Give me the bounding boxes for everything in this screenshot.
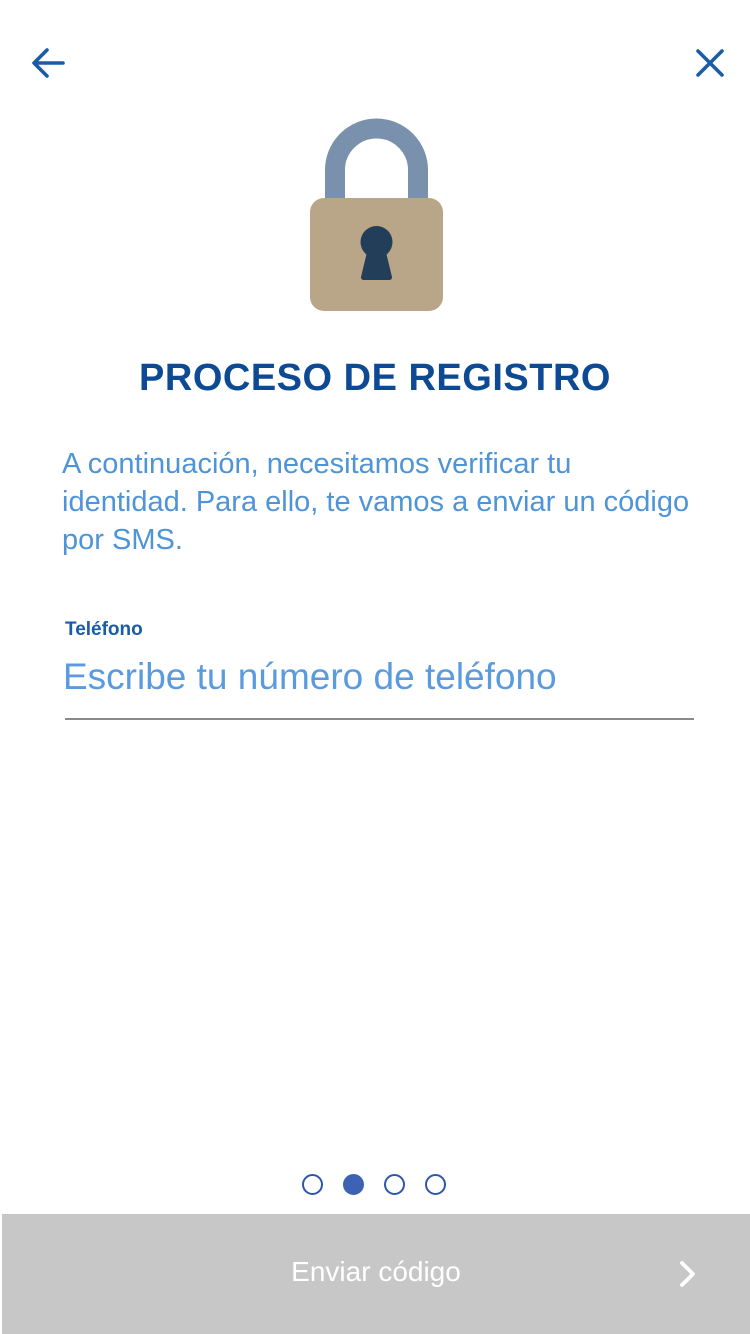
phone-field-label: Teléfono — [65, 619, 143, 640]
page-title: PROCESO DE REGISTRO — [139, 357, 611, 399]
arrow-left-icon — [32, 48, 65, 78]
pager-dot-3 — [384, 1173, 405, 1195]
close-button[interactable] — [685, 38, 735, 88]
phone-field-underline — [65, 718, 694, 720]
chevron-right-icon — [680, 1261, 695, 1287]
back-button[interactable] — [23, 38, 73, 88]
intro-text: A continuación, necesitamos verificar tu… — [62, 448, 690, 556]
send-code-label: Enviar código — [291, 1256, 461, 1287]
pager-dot-2-active — [343, 1173, 364, 1195]
step-pager — [302, 1173, 446, 1195]
phone-input[interactable] — [62, 648, 694, 706]
send-code-button[interactable]: Enviar código — [2, 1214, 750, 1334]
padlock-icon — [310, 118, 443, 311]
close-icon — [696, 49, 724, 77]
registration-screen: PROCESO DE REGISTRO A continuación, nece… — [0, 0, 750, 1334]
pager-dot-4 — [425, 1173, 446, 1195]
pager-dot-1 — [302, 1173, 323, 1195]
